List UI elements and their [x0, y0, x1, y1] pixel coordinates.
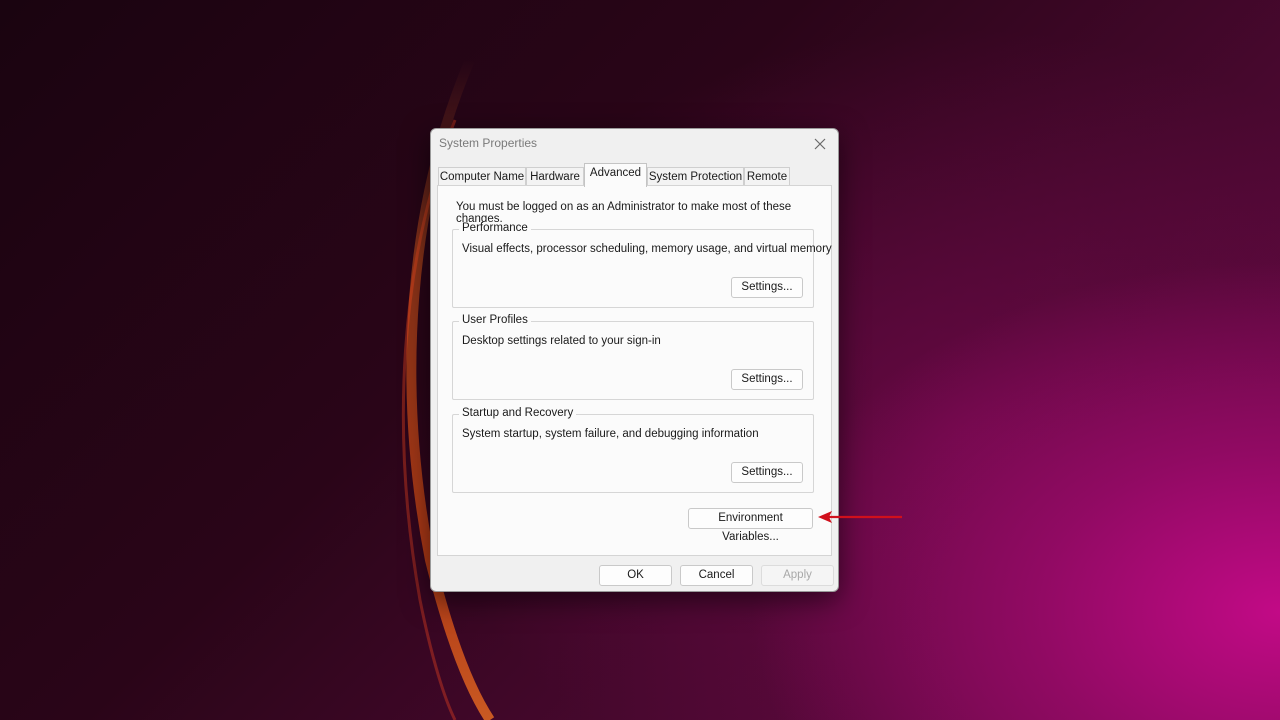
performance-description: Visual effects, processor scheduling, me…: [462, 243, 832, 255]
ok-button[interactable]: OK: [599, 565, 672, 586]
dialog-title: System Properties: [439, 136, 538, 150]
startup-recovery-description: System startup, system failure, and debu…: [462, 428, 759, 440]
user-profiles-group: User Profiles Desktop settings related t…: [452, 314, 814, 400]
startup-recovery-title: Startup and Recovery: [459, 407, 577, 419]
tab-computer-name[interactable]: Computer Name: [438, 167, 526, 186]
performance-settings-button[interactable]: Settings...: [731, 277, 803, 298]
user-profiles-title: User Profiles: [459, 314, 531, 326]
environment-variables-button[interactable]: Environment Variables...: [688, 508, 813, 543]
close-icon[interactable]: [810, 134, 830, 154]
performance-title: Performance: [459, 222, 531, 234]
startup-recovery-settings-button[interactable]: Settings...: [731, 462, 803, 483]
cancel-button[interactable]: Cancel: [680, 565, 753, 586]
user-profiles-description: Desktop settings related to your sign-in: [462, 335, 661, 347]
advanced-tab-panel: You must be logged on as an Administrato…: [437, 185, 832, 556]
system-properties-dialog: System Properties Computer Name Hardware…: [430, 128, 839, 592]
tab-hardware[interactable]: Hardware: [526, 167, 584, 186]
title-bar[interactable]: System Properties: [431, 129, 838, 159]
performance-group: Performance Visual effects, processor sc…: [452, 222, 832, 308]
tab-advanced[interactable]: Advanced: [584, 163, 647, 187]
apply-button[interactable]: Apply: [761, 565, 834, 586]
annotation-arrow-icon: [818, 511, 902, 523]
tab-remote[interactable]: Remote: [744, 167, 790, 186]
user-profiles-settings-button[interactable]: Settings...: [731, 369, 803, 390]
startup-recovery-group: Startup and Recovery System startup, sys…: [452, 407, 814, 493]
tab-system-protection[interactable]: System Protection: [647, 167, 744, 186]
